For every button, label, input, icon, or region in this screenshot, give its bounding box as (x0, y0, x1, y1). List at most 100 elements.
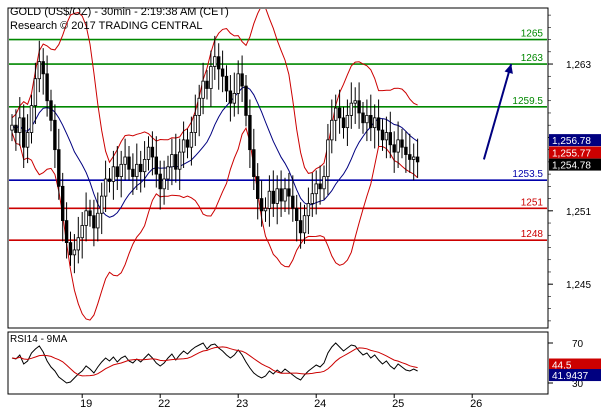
candle-body (392, 144, 396, 153)
candle-body (135, 163, 139, 177)
candle-body (271, 190, 275, 204)
price-chart: 126512631259.51253.512511248 1,2631,2571… (7, 7, 601, 410)
candle-body (166, 166, 170, 180)
candle-body (201, 80, 205, 99)
candle-body (376, 117, 381, 131)
level-label-3: 1253.5 (512, 169, 543, 180)
date-label-2: 23 (236, 398, 248, 410)
candle-body (18, 117, 22, 133)
level-label-5: 1248 (521, 229, 544, 240)
candle-body (177, 151, 182, 170)
candle-body (275, 188, 279, 204)
price-tick-label-2: 1,251 (566, 207, 591, 218)
candle-body (330, 119, 334, 141)
candle-body (72, 249, 77, 256)
rsi-ma-line (11, 346, 418, 377)
level-label-4: 1251 (521, 197, 544, 208)
candle-body (396, 139, 400, 153)
candle-body (384, 132, 389, 141)
candle-body (111, 166, 116, 182)
price-tag-label-2: 1,254.78 (552, 161, 591, 172)
candle-body (240, 73, 244, 87)
candle-body (88, 210, 92, 217)
candle-body (29, 105, 34, 133)
candle-body (369, 115, 373, 129)
candle-body (68, 242, 73, 256)
candle-body (252, 149, 256, 177)
candle-body (310, 193, 314, 204)
candle-body (372, 117, 377, 129)
rsi-tag-label-1: 41.9437 (552, 371, 589, 382)
candle-body (400, 139, 404, 148)
candle-body (119, 163, 123, 177)
candle-body (131, 168, 135, 177)
candle-body (415, 156, 420, 163)
candle-body (255, 176, 260, 199)
candle-body (287, 188, 291, 197)
candle-body (80, 225, 84, 239)
candle-body (228, 90, 233, 104)
candle-body (302, 215, 307, 234)
price-tick-label-0: 1,263 (566, 60, 591, 71)
candle-body (107, 178, 112, 182)
candle-body (236, 73, 240, 94)
candle-body (232, 92, 236, 104)
candle-body (49, 100, 53, 121)
candle-body (61, 185, 65, 221)
bollinger-lower (11, 126, 418, 321)
candle-body (10, 124, 14, 131)
level-label-1: 1263 (521, 53, 544, 64)
candle-body (341, 117, 346, 129)
candle-body (205, 80, 209, 89)
date-label-4: 25 (392, 398, 404, 410)
candle-body (197, 97, 201, 116)
candle-body (181, 139, 186, 153)
candle-body (333, 107, 338, 121)
candle-body (411, 156, 416, 160)
candle-body (127, 156, 131, 170)
candle-body (326, 139, 330, 177)
candle-body (361, 112, 365, 124)
candle-body (53, 119, 57, 151)
candle-body (14, 124, 18, 133)
candle-body (162, 178, 166, 190)
main-panel-frame (7, 7, 549, 329)
candle-body (193, 115, 197, 133)
candle-body (267, 190, 272, 209)
candle-body (291, 195, 295, 209)
candle-body (263, 207, 268, 212)
candle-body (380, 129, 385, 141)
candle-body (138, 163, 143, 173)
candle-body (92, 215, 96, 229)
candle-body (259, 198, 264, 212)
candle-body (33, 78, 38, 107)
candle-body (76, 237, 80, 251)
candle-body (25, 132, 30, 148)
price-tick-label-3: 1,245 (566, 280, 591, 291)
candle-body (96, 212, 100, 229)
candle-body (314, 183, 318, 195)
candle-body (37, 61, 41, 80)
candle-body (388, 132, 392, 146)
candle-body (146, 146, 151, 160)
candle-body (170, 154, 174, 168)
candle-body (404, 146, 408, 155)
date-label-0: 19 (80, 398, 92, 410)
candle-body (248, 115, 252, 151)
date-label-3: 24 (314, 398, 326, 410)
chart-source: Research © 2017 TRADING CENTRAL (10, 20, 203, 32)
candle-body (158, 173, 162, 190)
level-label-0: 1265 (521, 29, 544, 40)
candle-body (64, 220, 69, 244)
candle-body (283, 188, 287, 202)
candle-body (41, 61, 45, 75)
candle-body (365, 115, 369, 124)
forecast-arrow-line (482, 63, 513, 160)
candle-body (224, 75, 229, 92)
candle-body (294, 207, 299, 221)
candle-body (154, 156, 158, 175)
candle-body (150, 146, 155, 158)
price-tag-label-1: 1,255.77 (552, 148, 591, 159)
candle-body (213, 56, 217, 67)
candle-body (209, 66, 213, 89)
